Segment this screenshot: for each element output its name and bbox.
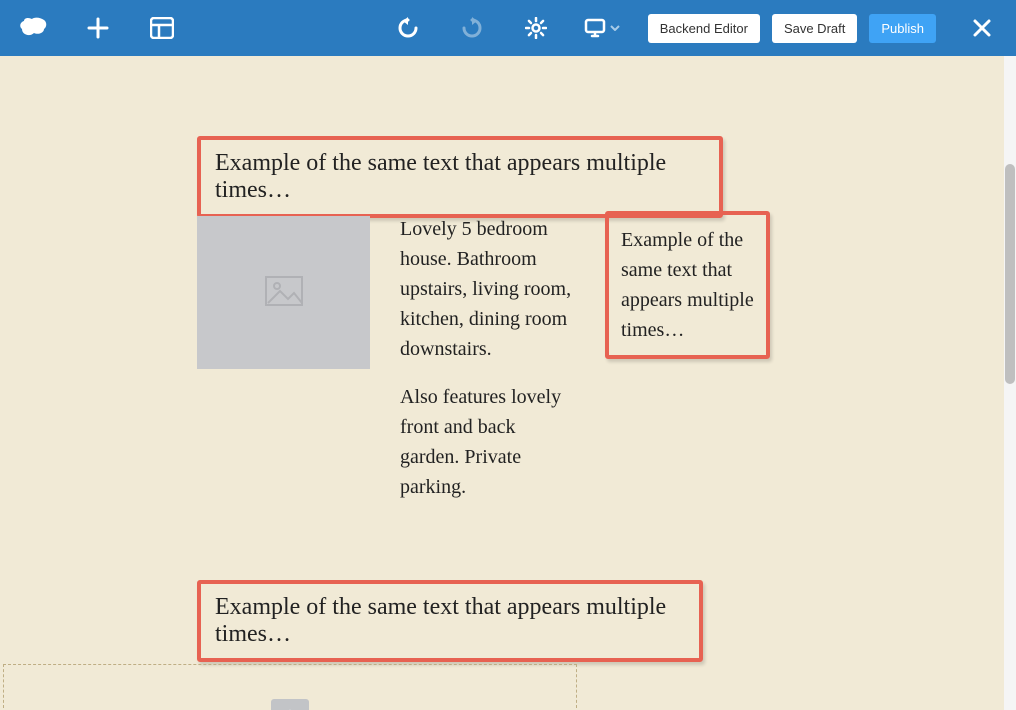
save-draft-button[interactable]: Save Draft xyxy=(772,14,857,43)
logo-icon[interactable] xyxy=(18,12,50,44)
highlighted-heading-2[interactable]: Example of the same text that appears mu… xyxy=(197,580,703,662)
scrollbar-track[interactable] xyxy=(1004,56,1016,710)
add-section-placeholder[interactable] xyxy=(3,664,577,710)
settings-icon[interactable] xyxy=(520,12,552,44)
heading-text: Example of the same text that appears mu… xyxy=(215,594,685,648)
content-row: Lovely 5 bedroom house. Bathroom upstair… xyxy=(197,214,573,520)
toolbar-left xyxy=(18,12,178,44)
redo-icon[interactable] xyxy=(456,12,488,44)
device-selector[interactable] xyxy=(584,18,620,38)
highlighted-heading-1[interactable]: Example of the same text that appears mu… xyxy=(197,136,723,218)
add-icon[interactable] xyxy=(82,12,114,44)
toolbar-center xyxy=(392,12,620,44)
layout-icon[interactable] xyxy=(146,12,178,44)
editor-canvas: Example of the same text that appears mu… xyxy=(0,56,1016,710)
publish-button[interactable]: Publish xyxy=(869,14,936,43)
paragraph-2: Also features lovely front and back gard… xyxy=(400,382,573,502)
close-icon[interactable] xyxy=(966,12,998,44)
highlighted-side-text[interactable]: Example of the same text that appears mu… xyxy=(605,211,770,359)
top-toolbar: Backend Editor Save Draft Publish xyxy=(0,0,1016,56)
image-placeholder[interactable] xyxy=(197,216,370,369)
toolbar-right: Backend Editor Save Draft Publish xyxy=(648,12,998,44)
add-element-button[interactable] xyxy=(271,699,309,710)
side-text: Example of the same text that appears mu… xyxy=(621,225,754,345)
paragraph-1: Lovely 5 bedroom house. Bathroom upstair… xyxy=(400,214,573,364)
backend-editor-button[interactable]: Backend Editor xyxy=(648,14,760,43)
undo-icon[interactable] xyxy=(392,12,424,44)
page-body: Example of the same text that appears mu… xyxy=(0,56,1004,710)
scrollbar-thumb[interactable] xyxy=(1005,164,1015,384)
text-column[interactable]: Lovely 5 bedroom house. Bathroom upstair… xyxy=(400,214,573,520)
heading-text: Example of the same text that appears mu… xyxy=(215,150,705,204)
